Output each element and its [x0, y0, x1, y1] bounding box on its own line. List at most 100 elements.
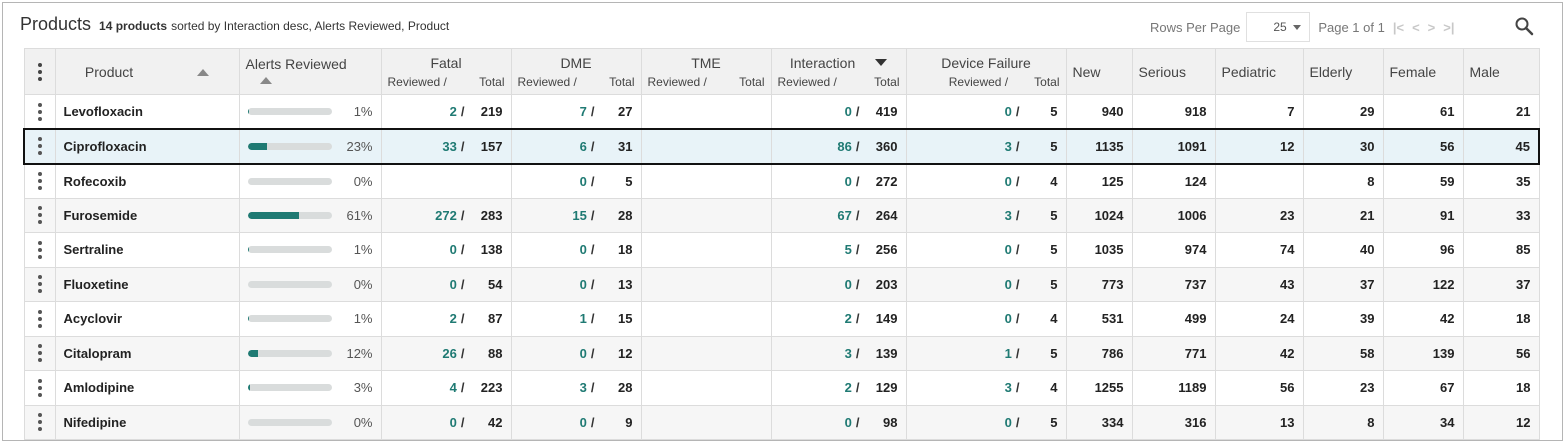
reviewed-count-link[interactable]: 2 — [450, 104, 457, 119]
table-row[interactable]: Amlodipine 3% 4/223 3/28 2/129 3/4 1255 … — [23, 370, 1540, 406]
product-name[interactable]: Citalopram — [54, 335, 240, 371]
reviewed-count-link[interactable]: 0 — [1005, 415, 1012, 430]
row-menu[interactable] — [23, 266, 56, 302]
rows-per-page-select[interactable]: 25 — [1246, 12, 1311, 42]
table-row[interactable]: Nifedipine 0% 0/42 0/9 0/98 0/5 334 316 … — [23, 404, 1540, 440]
row-menu[interactable] — [23, 335, 56, 371]
table-row[interactable]: Citalopram 12% 26/88 0/12 3/139 1/5 786 … — [23, 335, 1540, 371]
header-menu[interactable] — [23, 48, 56, 95]
product-name[interactable]: Acyclovir — [54, 301, 240, 337]
reviewed-count-link[interactable]: 0 — [450, 242, 457, 257]
reviewed-count-link[interactable]: 1 — [1005, 346, 1012, 361]
column-header-male[interactable]: Male — [1462, 48, 1540, 95]
reviewed-count-link[interactable]: 1 — [580, 311, 587, 326]
column-header-tme[interactable]: TME Reviewed / Total — [640, 48, 772, 95]
reviewed-count-link[interactable]: 0 — [580, 346, 587, 361]
reviewed-count-link[interactable]: 0 — [1005, 242, 1012, 257]
total-count: 138 — [480, 242, 503, 258]
reviewed-count-link[interactable]: 3 — [580, 380, 587, 395]
column-header-dme[interactable]: DME Reviewed / Total — [510, 48, 642, 95]
reviewed-count-link[interactable]: 2 — [845, 380, 852, 395]
reviewed-count-link[interactable]: 3 — [1005, 208, 1012, 223]
row-menu[interactable] — [23, 128, 56, 165]
reviewed-count-link[interactable]: 0 — [1005, 104, 1012, 119]
first-page-icon[interactable]: |< — [1393, 20, 1404, 35]
reviewed-count-link[interactable]: 0 — [845, 277, 852, 292]
product-name[interactable]: Levofloxacin — [54, 94, 240, 130]
reviewed-count-link[interactable]: 5 — [845, 242, 852, 257]
progress-bar — [247, 108, 332, 115]
reviewed-count-link[interactable]: 2 — [845, 311, 852, 326]
column-header-new[interactable]: New — [1065, 48, 1133, 95]
row-menu[interactable] — [23, 94, 56, 130]
female-cell: 34 — [1382, 404, 1464, 440]
row-menu[interactable] — [23, 232, 56, 268]
reviewed-count-link[interactable]: 0 — [845, 174, 852, 189]
column-header-pediatric[interactable]: Pediatric — [1214, 48, 1304, 95]
reviewed-count-link[interactable]: 2 — [450, 311, 457, 326]
product-name[interactable]: Rofecoxib — [54, 163, 240, 199]
table-row[interactable]: Sertraline 1% 0/138 0/18 5/256 0/5 1035 … — [23, 232, 1540, 268]
reviewed-count-link[interactable]: 26 — [442, 346, 456, 361]
reviewed-count-link[interactable]: 3 — [1005, 380, 1012, 395]
column-header-device-failure[interactable]: Device Failure Reviewed / Total — [905, 48, 1067, 95]
reviewed-total-pair: 67/264 — [780, 207, 898, 223]
reviewed-count-link[interactable]: 15 — [572, 208, 586, 223]
reviewed-count-link[interactable]: 4 — [450, 380, 457, 395]
product-name[interactable]: Ciprofloxacin — [54, 128, 240, 165]
reviewed-count-link[interactable]: 0 — [1005, 174, 1012, 189]
reviewed-count-link[interactable]: 0 — [845, 415, 852, 430]
column-header-interaction[interactable]: Interaction Reviewed / Total — [770, 48, 907, 95]
reviewed-count-link[interactable]: 0 — [1005, 311, 1012, 326]
reviewed-count-link[interactable]: 0 — [1005, 277, 1012, 292]
reviewed-count-link[interactable]: 0 — [580, 415, 587, 430]
product-name[interactable]: Sertraline — [54, 232, 240, 268]
column-header-fatal[interactable]: Fatal Reviewed / Total — [380, 48, 512, 95]
column-header-female[interactable]: Female — [1382, 48, 1464, 95]
column-header-elderly[interactable]: Elderly — [1302, 48, 1384, 95]
last-page-icon[interactable]: >| — [1443, 20, 1454, 35]
column-header-alerts-reviewed[interactable]: Alerts Reviewed — [238, 48, 382, 95]
reviewed-count-link[interactable]: 0 — [845, 104, 852, 119]
pediatric-cell: 7 — [1214, 94, 1304, 130]
reviewed-count-link[interactable]: 0 — [580, 242, 587, 257]
reviewed-count-link[interactable]: 3 — [1005, 139, 1012, 154]
column-header-serious[interactable]: Serious — [1131, 48, 1216, 95]
product-name[interactable]: Nifedipine — [54, 404, 240, 440]
serious-cell: 1189 — [1131, 370, 1216, 406]
row-menu[interactable] — [23, 163, 56, 199]
row-menu[interactable] — [23, 197, 56, 233]
reviewed-count-link[interactable]: 0 — [450, 277, 457, 292]
product-name[interactable]: Amlodipine — [54, 370, 240, 406]
next-page-icon[interactable]: > — [1428, 20, 1436, 35]
column-header-product[interactable]: Product — [54, 48, 240, 95]
row-menu[interactable] — [23, 404, 56, 440]
row-menu[interactable] — [23, 370, 56, 406]
total-count: 264 — [875, 207, 898, 223]
table-row[interactable]: Acyclovir 1% 2/87 1/15 2/149 0/4 531 499… — [23, 301, 1540, 337]
total-count: 5 — [1050, 104, 1058, 119]
reviewed-count-link[interactable]: 6 — [580, 139, 587, 154]
reviewed-count-link[interactable]: 0 — [580, 174, 587, 189]
reviewed-count-link[interactable]: 272 — [435, 208, 457, 223]
table-row[interactable]: Ciprofloxacin 23% 33/157 6/31 86/360 3/5… — [23, 128, 1540, 165]
search-icon[interactable] — [1514, 16, 1534, 36]
reviewed-count-link[interactable]: 3 — [845, 346, 852, 361]
reviewed-count-link[interactable]: 67 — [837, 208, 851, 223]
reviewed-count-link[interactable]: 33 — [442, 139, 456, 154]
table-row[interactable]: Rofecoxib 0% 0/5 0/272 0/4 125 124 8 59 … — [23, 163, 1540, 199]
reviewed-count-link[interactable]: 0 — [580, 277, 587, 292]
table-row[interactable]: Furosemide 61% 272/283 15/28 67/264 3/5 … — [23, 197, 1540, 233]
table-row[interactable]: Fluoxetine 0% 0/54 0/13 0/203 0/5 773 73… — [23, 266, 1540, 302]
reviewed-count-link[interactable]: 86 — [837, 139, 851, 154]
product-name[interactable]: Fluoxetine — [54, 266, 240, 302]
tme-cell — [640, 128, 772, 165]
new-cell: 1024 — [1065, 197, 1133, 233]
product-name[interactable]: Furosemide — [54, 197, 240, 233]
table-row[interactable]: Levofloxacin 1% 2/219 7/27 0/419 0/5 940… — [23, 94, 1540, 130]
prev-page-icon[interactable]: < — [1412, 20, 1420, 35]
reviewed-count-link[interactable]: 7 — [580, 104, 587, 119]
reviewed-count-link[interactable]: 0 — [450, 415, 457, 430]
serious-cell: 974 — [1131, 232, 1216, 268]
row-menu[interactable] — [23, 301, 56, 337]
